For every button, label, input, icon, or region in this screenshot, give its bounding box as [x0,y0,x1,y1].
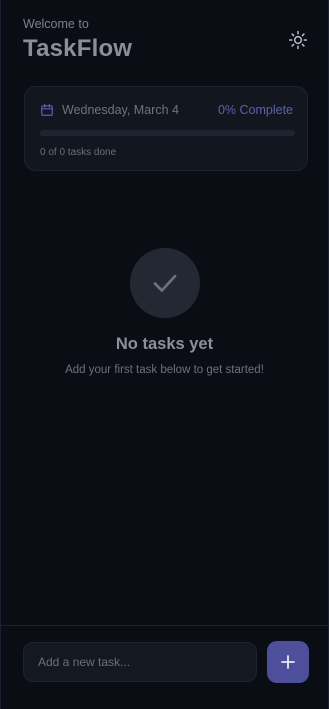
task-composer [1,625,328,709]
welcome-text: Welcome to [23,17,89,31]
app-window: Welcome to TaskFlow Wednesday, March 4 0… [0,0,329,709]
app-title: TaskFlow [23,35,133,62]
sun-icon [288,30,308,50]
empty-state-subtitle: Add your first task below to get started… [65,364,264,376]
empty-state: No tasks yet Add your first task below t… [1,248,328,376]
calendar-icon [40,103,54,117]
new-task-input[interactable] [23,642,257,682]
progress-summary-card: Wednesday, March 4 0% Complete 0 of 0 ta… [24,86,308,171]
header: Welcome to TaskFlow [23,17,310,67]
current-date: Wednesday, March 4 [62,103,179,117]
plus-icon [279,653,297,671]
date-row: Wednesday, March 4 0% Complete [40,102,293,118]
checkmark-icon [150,268,180,298]
tasks-done-count: 0 of 0 tasks done [40,147,117,158]
completion-percent: 0% Complete [217,103,293,117]
theme-toggle-button[interactable] [286,28,310,52]
empty-state-title: No tasks yet [115,335,214,353]
add-task-button[interactable] [267,641,309,683]
progress-bar [40,130,295,136]
empty-state-badge [129,248,200,318]
